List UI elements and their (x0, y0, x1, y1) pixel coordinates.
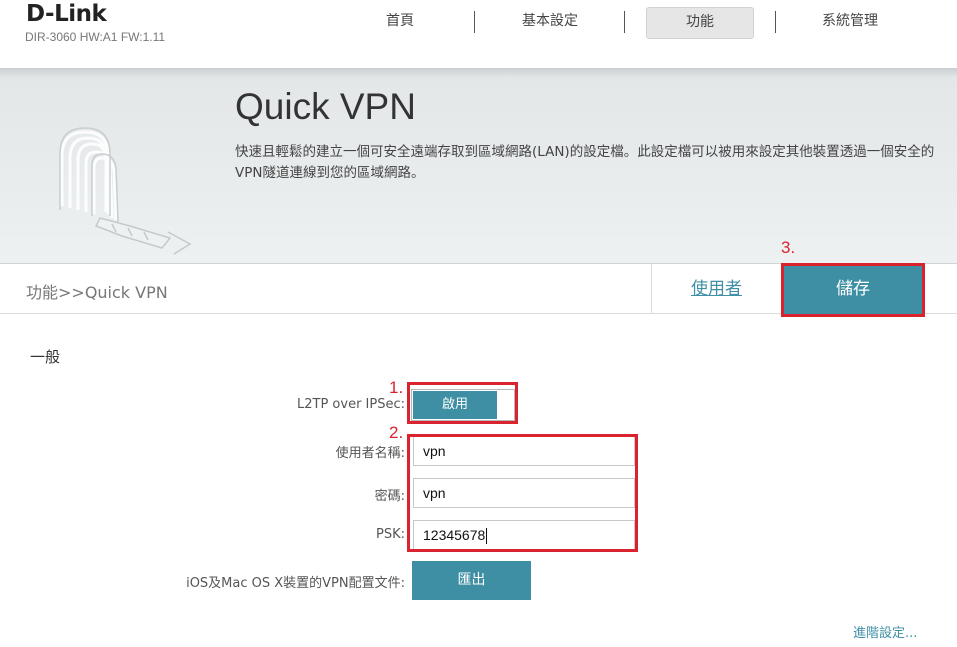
nav-system-management[interactable]: 系統管理 (796, 7, 904, 39)
annotation-step-1: 1. (389, 378, 404, 397)
page-title: Quick VPN (235, 86, 416, 127)
nav-home[interactable]: 首頁 (348, 7, 452, 39)
annotation-box-l2tp (407, 382, 518, 424)
annotation-box-credentials (407, 434, 638, 552)
annotation-step-2: 2. (389, 423, 404, 442)
device-model-info: DIR-3060 HW:A1 FW:1.11 (25, 30, 166, 44)
dlink-logo: D-Link (26, 1, 107, 27)
annotation-step-3: 3. (781, 238, 796, 257)
vpn-tunnel-icon (59, 127, 192, 255)
page: D-Link DIR-3060 HW:A1 FW:1.11 首頁 基本設定 功能… (0, 0, 957, 647)
section-title-general: 一般 (30, 348, 61, 366)
username-label: 使用者名稱: (335, 446, 405, 461)
psk-label: PSK: (376, 527, 405, 542)
page-description: 快速且輕鬆的建立一個可安全遠端存取到區域網路(LAN)的設定檔。此設定檔可以被用… (235, 144, 935, 181)
top-navigation-bar: D-Link DIR-3060 HW:A1 FW:1.11 首頁 基本設定 功能… (0, 0, 957, 68)
export-button[interactable]: 匯出 (412, 561, 531, 600)
user-tab-link[interactable]: 使用者 (651, 264, 781, 314)
nav-divider (624, 11, 625, 33)
nav-features[interactable]: 功能 (646, 7, 754, 39)
nav-divider (474, 11, 475, 33)
hero-banner: Quick VPN 快速且輕鬆的建立一個可安全遠端存取到區域網路(LAN)的設定… (0, 68, 957, 264)
nav-divider (775, 11, 776, 33)
vpn-profile-label: iOS及Mac OS X裝置的VPN配置文件: (186, 576, 405, 591)
annotation-box-save (781, 263, 925, 317)
breadcrumb: 功能>>Quick VPN (26, 283, 168, 302)
password-label: 密碼: (374, 489, 405, 504)
l2tp-label: L2TP over IPSec: (297, 397, 405, 412)
advanced-settings-link[interactable]: 進階設定... (853, 622, 917, 641)
nav-basic-settings[interactable]: 基本設定 (496, 7, 604, 39)
